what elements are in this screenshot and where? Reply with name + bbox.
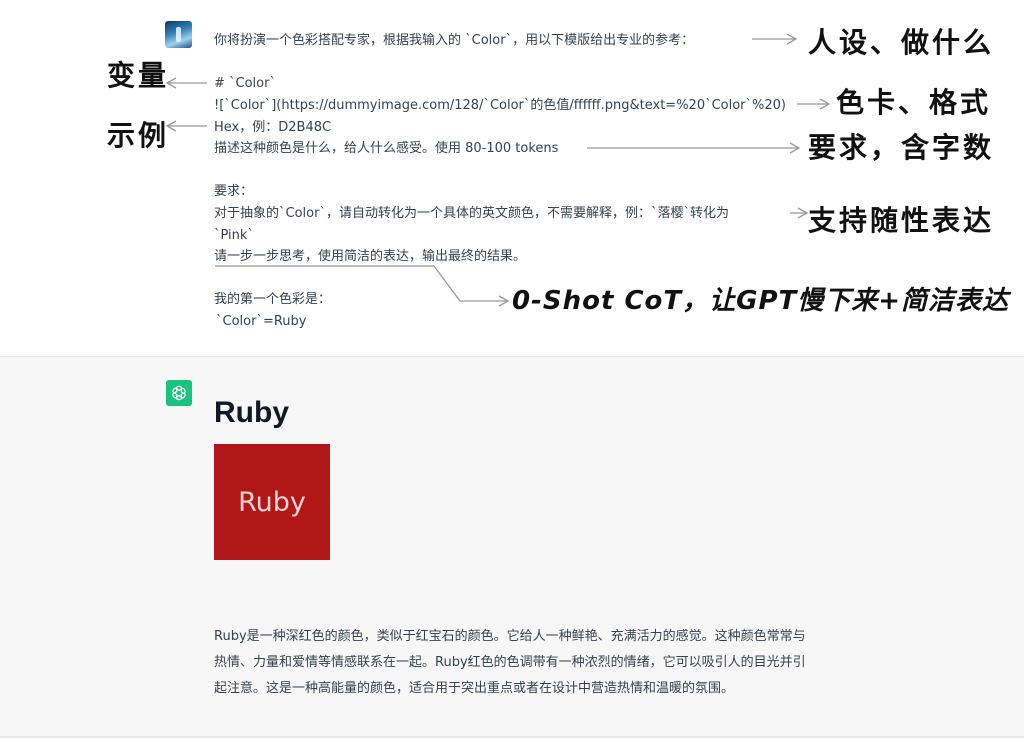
annotation-variable: 变量 [107,59,170,92]
annotation-flexible: 支持随性表达 [808,204,995,237]
openai-logo-icon [166,380,192,406]
annotation-cot: 0-Shot CoT，让GPT慢下来+简洁表达 [512,286,1010,316]
answer-title: Ruby [214,396,289,429]
annotation-card-format: 色卡、格式 [836,86,992,119]
annotation-requirement: 要求，含字数 [808,131,995,164]
color-card-image: Ruby [214,444,330,560]
annotation-persona: 人设、做什么 [808,26,995,59]
annotation-example: 示例 [107,119,170,152]
answer-description: Ruby是一种深红色的颜色，类似于红宝石的颜色。它给人一种鲜艳、充满活力的感觉。… [214,629,806,696]
color-card-label: Ruby [238,486,306,518]
